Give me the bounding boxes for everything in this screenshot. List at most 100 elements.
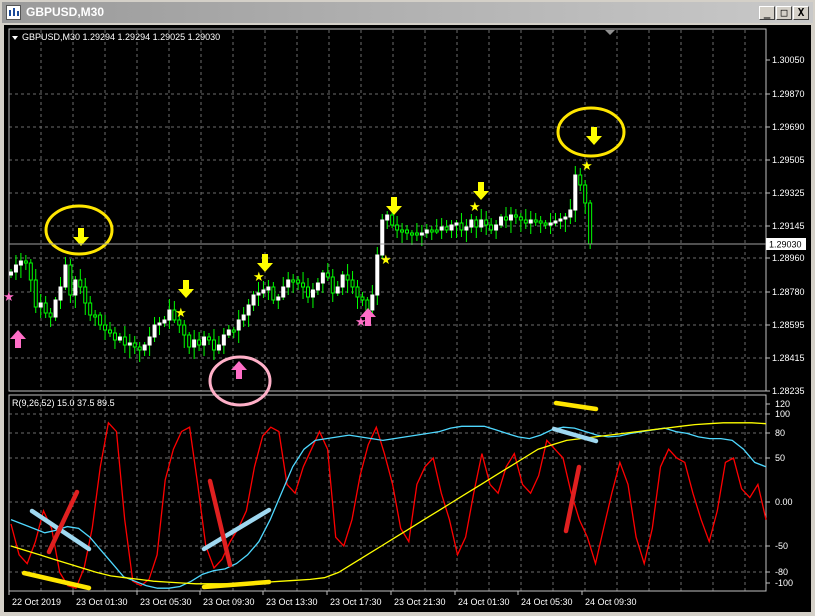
candle-body [162, 319, 167, 324]
signal-star-icon: ★ [175, 306, 187, 321]
candle-body [43, 302, 48, 314]
candle-body [409, 232, 414, 236]
candle-body [533, 219, 538, 223]
candle-body [53, 299, 58, 318]
candle-body [68, 264, 73, 296]
candle-body [434, 229, 439, 233]
title-bar[interactable]: GBPUSD,M30 _ □ X [2, 2, 813, 23]
candle-body [296, 279, 301, 284]
candle-body [528, 219, 533, 224]
candle-body [553, 220, 558, 224]
window-title: GBPUSD,M30 [26, 5, 105, 19]
price-label: 1.29690 [772, 122, 805, 132]
price-label: 1.28235 [772, 386, 805, 396]
time-label: 24 Oct 05:30 [521, 597, 573, 607]
indicator-level-label: -80 [775, 567, 788, 577]
indicator-level-label: 120 [775, 399, 790, 409]
maximize-button[interactable]: □ [776, 6, 792, 20]
candle-body [152, 324, 157, 338]
indicator-level-label: 80 [775, 428, 785, 438]
candle-body [340, 274, 345, 288]
time-label: 24 Oct 09:30 [585, 597, 637, 607]
candle-body [325, 272, 330, 278]
candle-body [414, 232, 419, 236]
candle-body [132, 342, 137, 348]
candle-body [499, 216, 504, 226]
candle-body [211, 339, 216, 351]
minimize-button[interactable]: _ [759, 6, 775, 20]
candle-body [474, 219, 479, 228]
candle-body [271, 286, 276, 301]
time-label: 24 Oct 01:30 [458, 597, 510, 607]
candle-body [335, 286, 340, 294]
candle-body [301, 282, 306, 288]
chart-window-icon [6, 5, 21, 20]
candle-body [375, 254, 380, 296]
candle-body [543, 222, 548, 226]
price-label: 1.29325 [772, 188, 805, 198]
candle-body [320, 272, 325, 284]
candle-body [83, 286, 88, 304]
candle-body [13, 264, 18, 273]
candle-body [108, 329, 112, 334]
candle-body [78, 279, 83, 288]
candle-body [370, 294, 375, 311]
candle-body [489, 224, 494, 231]
price-panel-header: GBPUSD,M30 1.29294 1.29294 1.29025 1.290… [22, 32, 220, 42]
candle-body [588, 202, 593, 245]
candle-body [63, 264, 68, 288]
candle-body [197, 339, 202, 346]
candle-body [33, 279, 38, 308]
candle-body [276, 296, 281, 301]
candle-body [424, 229, 429, 234]
candle-body [73, 279, 78, 296]
indicator-level-label: -100 [775, 578, 793, 588]
candle-body [365, 299, 370, 311]
time-label: 22 Oct 2019 [12, 597, 61, 607]
candle-body [405, 229, 409, 234]
candle-body [400, 229, 405, 233]
chart-area[interactable]: ★ ★ ★ ★ ★ ★ ★ 1.29030 GBPUSD,M30 1.29294 1.292… [4, 25, 811, 612]
candle-body [504, 216, 508, 221]
candle-body [236, 319, 241, 331]
price-label: 1.28415 [772, 353, 805, 363]
time-label: 23 Oct 05:30 [140, 597, 192, 607]
candle-body [523, 219, 528, 224]
indicator-level-label: 0.00 [775, 497, 793, 507]
candle-body [459, 222, 464, 231]
candle-body [23, 260, 28, 264]
candle-body [380, 219, 385, 256]
price-label: 1.30050 [772, 55, 805, 65]
candle-body [127, 342, 132, 346]
price-label: 1.28595 [772, 320, 805, 330]
candle-body [583, 184, 588, 204]
current-price-label: 1.29030 [769, 240, 802, 250]
signal-star-icon: ★ [355, 315, 367, 330]
candle-body [315, 282, 320, 291]
candle-body [419, 232, 424, 236]
candle-body [513, 214, 518, 218]
candle-body [395, 224, 400, 231]
candle-body [345, 274, 350, 281]
candle-body [444, 226, 449, 231]
candle-body [558, 218, 563, 222]
candle-body [286, 279, 291, 288]
candle-body [192, 339, 197, 348]
candle-body [241, 314, 246, 321]
close-button[interactable]: X [793, 6, 809, 20]
candle-body [202, 336, 207, 346]
candle-body [568, 209, 573, 218]
candle-body [207, 336, 211, 341]
candle-body [330, 276, 335, 294]
candle-body [281, 286, 286, 298]
candle-body [112, 332, 117, 341]
candle-body [256, 292, 261, 296]
candle-body [439, 226, 444, 231]
indicator-level-label: 100 [775, 409, 790, 419]
candle-body [88, 302, 93, 316]
candle-body [187, 334, 192, 348]
candle-body [103, 324, 108, 331]
candle-body [58, 286, 63, 301]
candle-body [182, 324, 187, 336]
candle-body [306, 286, 310, 298]
